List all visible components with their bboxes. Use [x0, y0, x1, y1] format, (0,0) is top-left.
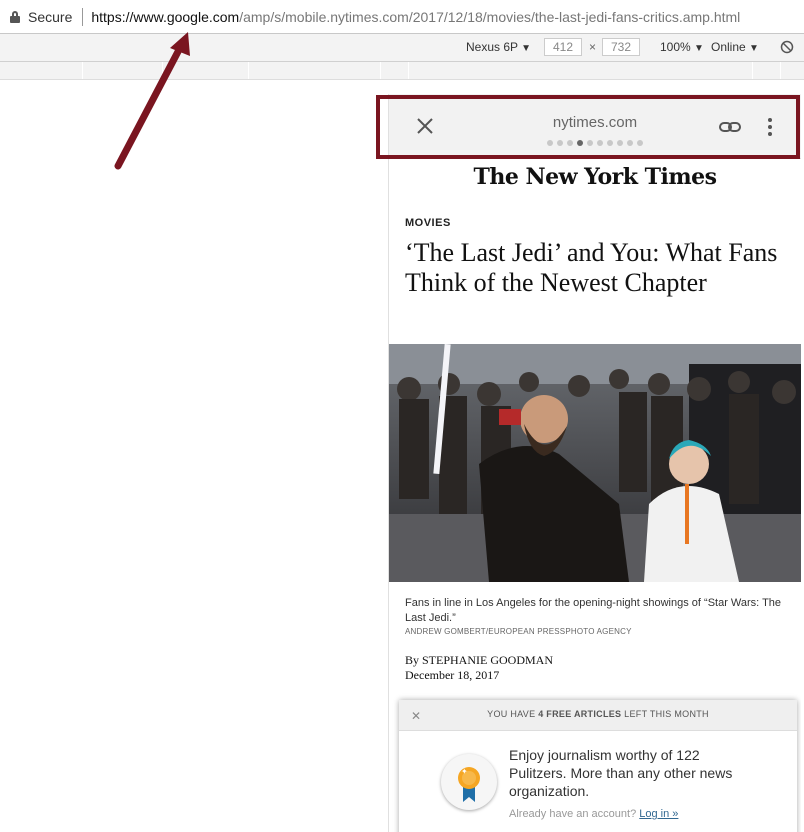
device-toolbar: Nexus 6P ▼ × 100% ▼ Online ▼	[0, 34, 804, 62]
width-input[interactable]	[544, 38, 582, 56]
device-select[interactable]: Nexus 6P ▼	[466, 40, 531, 54]
network-value: Online	[711, 40, 746, 54]
url-path: /amp/s/mobile.nytimes.com/2017/12/18/mov…	[239, 8, 741, 25]
height-input[interactable]	[602, 38, 640, 56]
zoom-value: 100%	[660, 40, 691, 54]
phone-viewport: nytimes.com The New York Times MOVIES ‘T…	[388, 94, 801, 832]
photo-caption: Fans in line in Los Angeles for the open…	[405, 597, 782, 624]
pulitzer-badge-icon: ✦	[441, 754, 497, 810]
nyt-masthead[interactable]: The New York Times	[389, 164, 801, 190]
msg-count: 4 FREE ARTICLES	[538, 709, 622, 719]
address-bar[interactable]: Secure https://www.google.com/amp/s/mobi…	[0, 0, 804, 34]
msg-suffix: LEFT THIS MONTH	[621, 709, 709, 719]
article-photo	[389, 344, 801, 582]
device-name: Nexus 6P	[466, 40, 518, 54]
chevron-down-icon: ▼	[521, 43, 532, 54]
account-prefix: Already have an account?	[509, 808, 640, 820]
account-prompt: Already have an account? Log in »	[509, 808, 678, 820]
url-host: https://www.google.com	[91, 8, 240, 25]
login-link[interactable]: Log in »	[639, 808, 678, 820]
svg-text:✦: ✦	[461, 767, 468, 776]
article-headline: ‘The Last Jedi’ and You: What Fans Think…	[405, 238, 778, 297]
free-articles-message: YOU HAVE 4 FREE ARTICLES LEFT THIS MONTH	[399, 709, 797, 719]
ruler	[0, 62, 804, 80]
url-text[interactable]: https://www.google.com/amp/s/mobile.nyti…	[91, 9, 740, 25]
article-byline: By STEPHANIE GOODMAN	[405, 653, 554, 667]
network-select[interactable]: Online ▼	[711, 40, 759, 54]
article-date: December 18, 2017	[405, 668, 500, 682]
paywall-banner: ✕ YOU HAVE 4 FREE ARTICLES LEFT THIS MON…	[399, 700, 797, 832]
paywall-header: ✕ YOU HAVE 4 FREE ARTICLES LEFT THIS MON…	[399, 700, 797, 731]
chevron-down-icon: ▼	[694, 43, 704, 54]
section-label[interactable]: MOVIES	[405, 217, 451, 229]
rotate-icon[interactable]	[780, 40, 794, 54]
photo-credit: ANDREW GOMBERT/EUROPEAN PRESSPHOTO AGENC…	[405, 627, 632, 636]
chevron-down-icon: ▼	[749, 43, 759, 54]
msg-prefix: YOU HAVE	[487, 709, 539, 719]
paywall-body: Enjoy journalism worthy of 122 Pulitzers…	[509, 747, 733, 799]
times-sign: ×	[589, 40, 597, 54]
viewer-highlight-box	[376, 95, 800, 159]
separator	[82, 7, 84, 26]
zoom-select[interactable]: 100% ▼	[660, 40, 704, 54]
lock-icon	[10, 10, 20, 23]
secure-label: Secure	[28, 8, 73, 25]
